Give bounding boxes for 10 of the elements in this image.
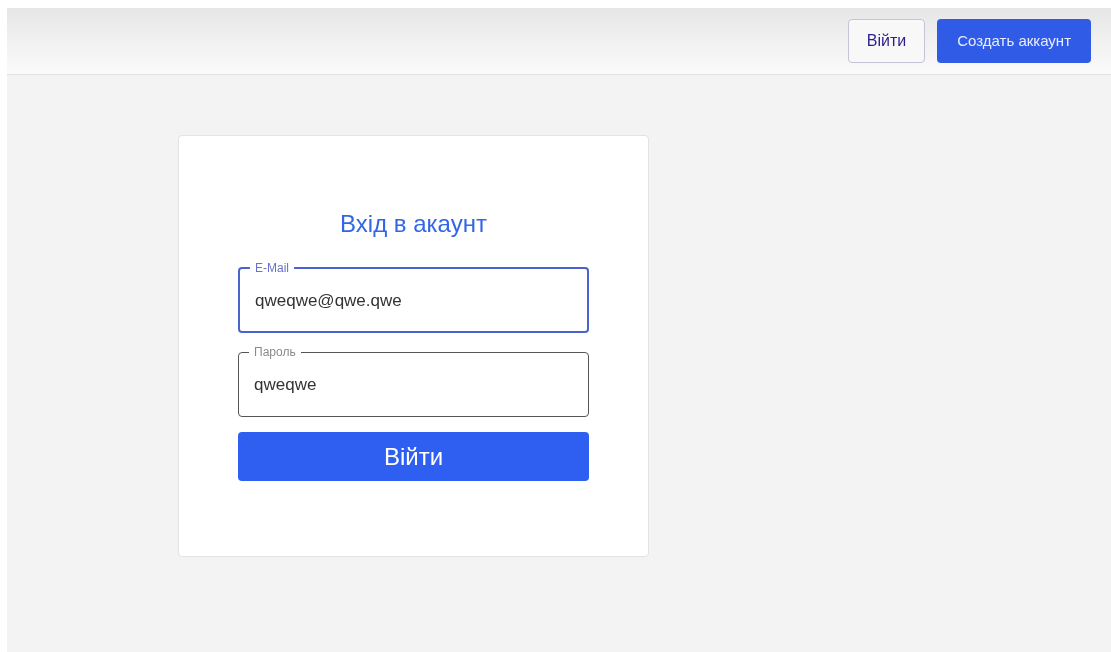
submit-button[interactable]: Війти [238, 432, 589, 481]
email-field[interactable]: E-Mail qweqwe@qwe.qwe [238, 260, 589, 333]
password-field[interactable]: Пароль qweqwe [238, 344, 589, 417]
create-account-button[interactable]: Создать аккаунт [937, 19, 1091, 63]
field-label: Пароль [253, 344, 297, 360]
card-title: Вхід в акаунт [340, 209, 487, 239]
sign-in-button[interactable]: Війти [847, 19, 926, 63]
email-input[interactable]: qweqwe@qwe.qwe [250, 276, 577, 326]
field-label: E-Mail [254, 260, 290, 276]
password-input[interactable]: qweqwe [249, 360, 578, 410]
